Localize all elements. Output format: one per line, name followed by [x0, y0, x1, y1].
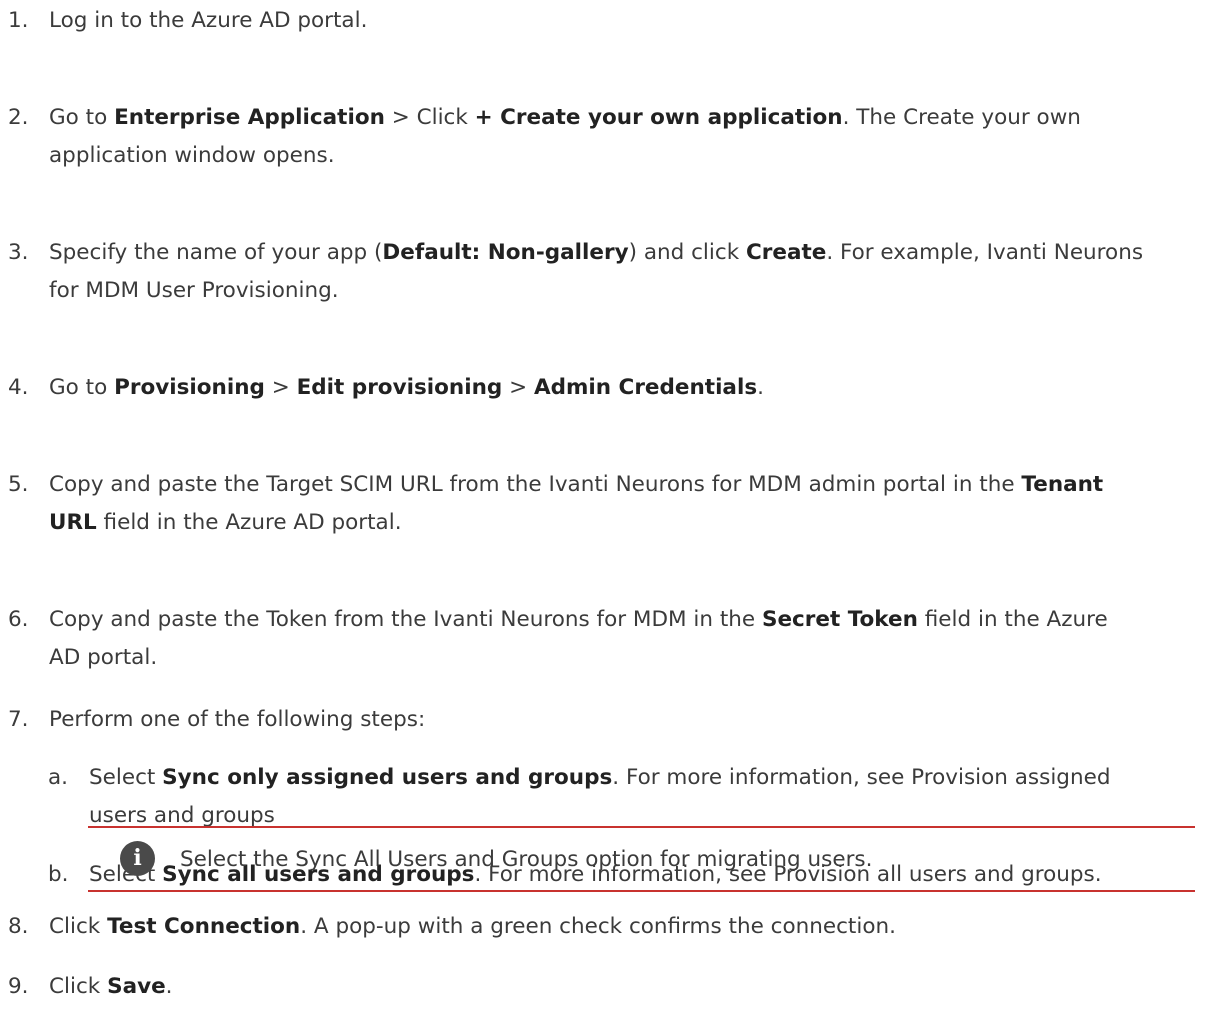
step-1: 1. Log in to the Azure AD portal. — [0, 2, 1215, 40]
substep-letter: a. — [48, 765, 69, 790]
ui-term: Provisioning — [114, 375, 265, 400]
step-number: 9. — [8, 974, 29, 999]
step-text: Click Save. — [49, 974, 173, 999]
step-6: 6. Copy and paste the Token from the Iva… — [0, 601, 1215, 677]
step-text: Log in to the Azure AD portal. — [49, 8, 368, 33]
ui-term: Enterprise Application — [114, 105, 385, 130]
substep-letter: b. — [48, 862, 69, 887]
note-callout: i Select the Sync All Users and Groups o… — [88, 826, 1195, 892]
step-number: 5. — [8, 472, 29, 497]
step-number: 3. — [8, 240, 29, 265]
step-number: 6. — [8, 607, 29, 632]
ui-term: Create — [745, 240, 827, 265]
step-text: Go to Enterprise Application > Click + C… — [49, 105, 1081, 168]
ui-term: Admin Credentials — [533, 375, 758, 400]
ui-term: Sync only assigned users and groups — [162, 765, 613, 790]
substep-text: Select Sync only assigned users and grou… — [89, 765, 1111, 828]
step-3: 3. Specify the name of your app (Default… — [0, 234, 1215, 310]
step-4: 4. Go to Provisioning > Edit provisionin… — [0, 369, 1215, 407]
step-text: Click Test Connection. A pop-up with a g… — [49, 914, 896, 939]
step-5: 5. Copy and paste the Target SCIM URL fr… — [0, 466, 1215, 542]
step-text: Copy and paste the Token from the Ivanti… — [49, 607, 1108, 670]
step-8: 8. Click Test Connection. A pop-up with … — [0, 908, 1215, 946]
step-number: 4. — [8, 375, 29, 400]
step-number: 7. — [8, 707, 29, 732]
ui-term: Edit provisioning — [296, 375, 503, 400]
ui-term: + Create your own application — [474, 105, 843, 130]
step-text: Go to Provisioning > Edit provisioning >… — [49, 375, 764, 400]
step-number: 1. — [8, 8, 29, 33]
ui-term: Secret Token — [761, 607, 918, 632]
substep-a: a. Select Sync only assigned users and g… — [0, 759, 1215, 835]
note-text: Select the Sync All Users and Groups opt… — [180, 847, 873, 872]
step-number: 8. — [8, 914, 29, 939]
ui-term: Tenant — [1021, 472, 1104, 497]
info-icon: i — [120, 841, 155, 876]
ui-term: Save — [107, 974, 166, 999]
step-2: 2. Go to Enterprise Application > Click … — [0, 99, 1215, 175]
ui-term: Default: Non-gallery — [382, 240, 629, 265]
step-number: 2. — [8, 105, 29, 130]
step-text: Perform one of the following steps: — [49, 707, 426, 732]
ui-term: Test Connection — [107, 914, 301, 939]
ui-term: URL — [49, 510, 97, 535]
step-7: 7. Perform one of the following steps: — [0, 701, 1215, 739]
step-text: Copy and paste the Target SCIM URL from … — [49, 472, 1104, 535]
step-text: Specify the name of your app (Default: N… — [49, 240, 1144, 303]
step-9: 9. Click Save. — [0, 968, 1215, 1006]
